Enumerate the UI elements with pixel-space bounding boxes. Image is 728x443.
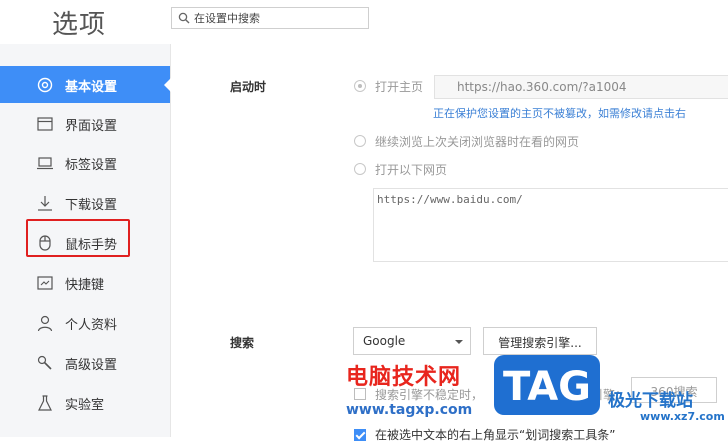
sidebar-item-basic[interactable]: 基本设置 [0,66,171,103]
sidebar-item-label: 界面设置 [65,119,118,134]
sidebar-item-label: 个人资料 [65,318,118,333]
flask-icon [38,395,52,411]
sidebar-item-download[interactable]: 下载设置 [0,184,170,221]
selection-toolbar-label: 在被选中文本的右上角显示“划词搜索工具条” [375,428,616,442]
sidebar-item-label: 下载设置 [65,198,118,213]
watermark-site: 极光下载站 [608,391,693,411]
sidebar-item-advanced[interactable]: 高级设置 [0,344,170,381]
highlight-annotation [26,219,130,257]
header: 选项 [0,0,728,44]
watermark-url: www.tagxp.com [346,402,473,418]
page-title: 选项 [52,10,107,40]
continue-last-radio[interactable] [354,135,366,147]
active-pointer [164,78,171,92]
keyboard-icon [37,276,53,290]
person-icon [37,315,53,332]
wrench-icon [37,355,52,370]
tag-logo-text: TAG [503,364,591,410]
sidebar-item-lab[interactable]: 实验室 [0,384,170,421]
window-icon [37,117,53,131]
protect-note[interactable]: 正在保护您设置的主页不被篡改，如需修改请点击右 [433,105,686,121]
open-pages-label: 打开以下网页 [375,163,448,177]
sidebar-item-profile[interactable]: 个人资料 [0,304,170,341]
sidebar-item-label: 实验室 [65,398,105,413]
search-engine-select[interactable]: Google [353,327,471,355]
sidebar-item-label: 标签设置 [65,158,118,173]
continue-last-label: 继续浏览上次关闭浏览器时在看的网页 [375,135,580,149]
selection-toolbar-checkbox[interactable] [354,429,366,441]
open-home-label: 打开主页 [375,80,424,94]
search-label: 搜索 [230,336,255,350]
search-icon [178,12,190,24]
settings-search[interactable] [171,7,369,29]
open-pages-radio[interactable] [354,163,366,175]
search-input[interactable] [194,10,364,26]
search-engine-value: Google [363,334,406,348]
download-icon [38,196,52,211]
tag-logo-icon: TAG [494,355,600,415]
sidebar-item-shortcuts[interactable]: 快捷键 [0,264,170,301]
manage-search-engines-button[interactable]: 管理搜索引擎... [483,327,597,355]
laptop-icon [37,157,53,170]
watermark-brand: 电脑技术网 [346,365,462,390]
startup-pages-textarea[interactable]: https://www.baidu.com/ [373,188,728,262]
chevron-down-icon [455,340,463,344]
sidebar-item-label: 基本设置 [65,80,118,95]
sidebar-item-tabs[interactable]: 标签设置 [0,144,170,181]
settings-circle-icon [37,77,53,93]
open-home-radio[interactable] [354,80,366,92]
sidebar-item-label: 高级设置 [65,358,118,373]
sidebar-item-label: 快捷键 [65,278,105,293]
watermark-site-url: www.xz7.com [640,410,725,423]
startup-label: 启动时 [230,80,267,94]
homepage-url-field[interactable]: https://hao.360.com/?a1004 [434,75,728,99]
sidebar-item-interface[interactable]: 界面设置 [0,105,170,142]
